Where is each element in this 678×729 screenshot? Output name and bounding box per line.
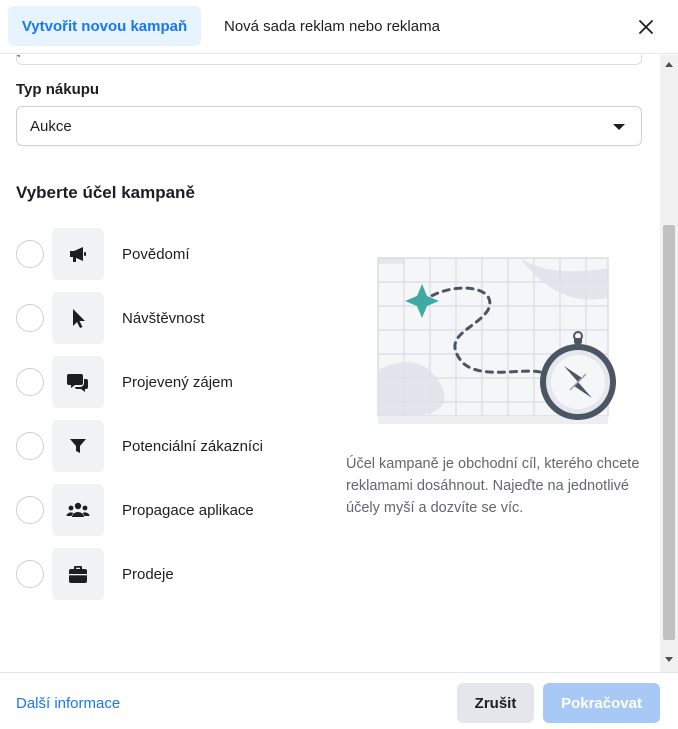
radio-traffic[interactable] <box>16 304 44 332</box>
cancel-button[interactable]: Zrušit <box>457 683 534 723</box>
objective-leads[interactable]: Potenciální zákazníci <box>16 420 316 472</box>
caret-down-icon <box>613 124 625 130</box>
objective-label: Potenciální zákazníci <box>122 437 263 455</box>
objective-traffic[interactable]: Návštěvnost <box>16 292 316 344</box>
radio-sales[interactable] <box>16 560 44 588</box>
scroll-up-arrow-icon[interactable] <box>660 61 678 71</box>
objective-engagement[interactable]: Projevený zájem <box>16 356 316 408</box>
more-info-link[interactable]: Další informace <box>16 695 120 712</box>
cursor-icon <box>52 292 104 344</box>
megaphone-icon <box>52 228 104 280</box>
briefcase-icon <box>52 548 104 600</box>
scrollbar[interactable] <box>660 55 678 672</box>
dialog-body: Typ nákupu Aukce Vyberte účel kampaně Po… <box>0 55 660 672</box>
radio-awareness[interactable] <box>16 240 44 268</box>
funnel-icon <box>52 420 104 472</box>
dialog-header: Vytvořit novou kampaň Nová sada reklam n… <box>0 0 678 54</box>
previous-field-edge <box>16 55 642 65</box>
objective-label: Povědomí <box>122 245 190 263</box>
objective-description: Účel kampaně je obchodní cíl, kterého ch… <box>346 456 640 516</box>
objective-awareness[interactable]: Povědomí <box>16 228 316 280</box>
close-button[interactable] <box>630 11 662 43</box>
objective-label: Návštěvnost <box>122 309 205 327</box>
purchase-type-label: Typ nákupu <box>16 81 100 98</box>
tab-new-ad-set[interactable]: Nová sada reklam nebo reklama <box>224 6 440 46</box>
dialog-footer: Další informace Zrušit Pokračovat <box>0 672 678 729</box>
continue-button[interactable]: Pokračovat <box>543 683 660 723</box>
objective-app-promotion[interactable]: Propagace aplikace <box>16 484 316 536</box>
objective-title: Vyberte účel kampaně <box>16 183 195 202</box>
radio-leads[interactable] <box>16 432 44 460</box>
objective-sales[interactable]: Prodeje <box>16 548 316 600</box>
scroll-down-arrow-icon[interactable] <box>660 657 678 667</box>
radio-engagement[interactable] <box>16 368 44 396</box>
map-compass-illustration <box>377 257 616 424</box>
objective-label: Prodeje <box>122 565 174 583</box>
purchase-type-value: Aukce <box>30 117 72 135</box>
close-icon <box>639 20 653 34</box>
people-icon <box>52 484 104 536</box>
tab-create-campaign[interactable]: Vytvořit novou kampaň <box>8 6 201 46</box>
objective-label: Propagace aplikace <box>122 501 254 519</box>
scrollbar-thumb[interactable] <box>663 225 675 640</box>
chat-bubbles-icon <box>52 356 104 408</box>
radio-app-promotion[interactable] <box>16 496 44 524</box>
purchase-type-select[interactable]: Aukce <box>16 106 642 146</box>
objective-label: Projevený zájem <box>122 373 233 391</box>
